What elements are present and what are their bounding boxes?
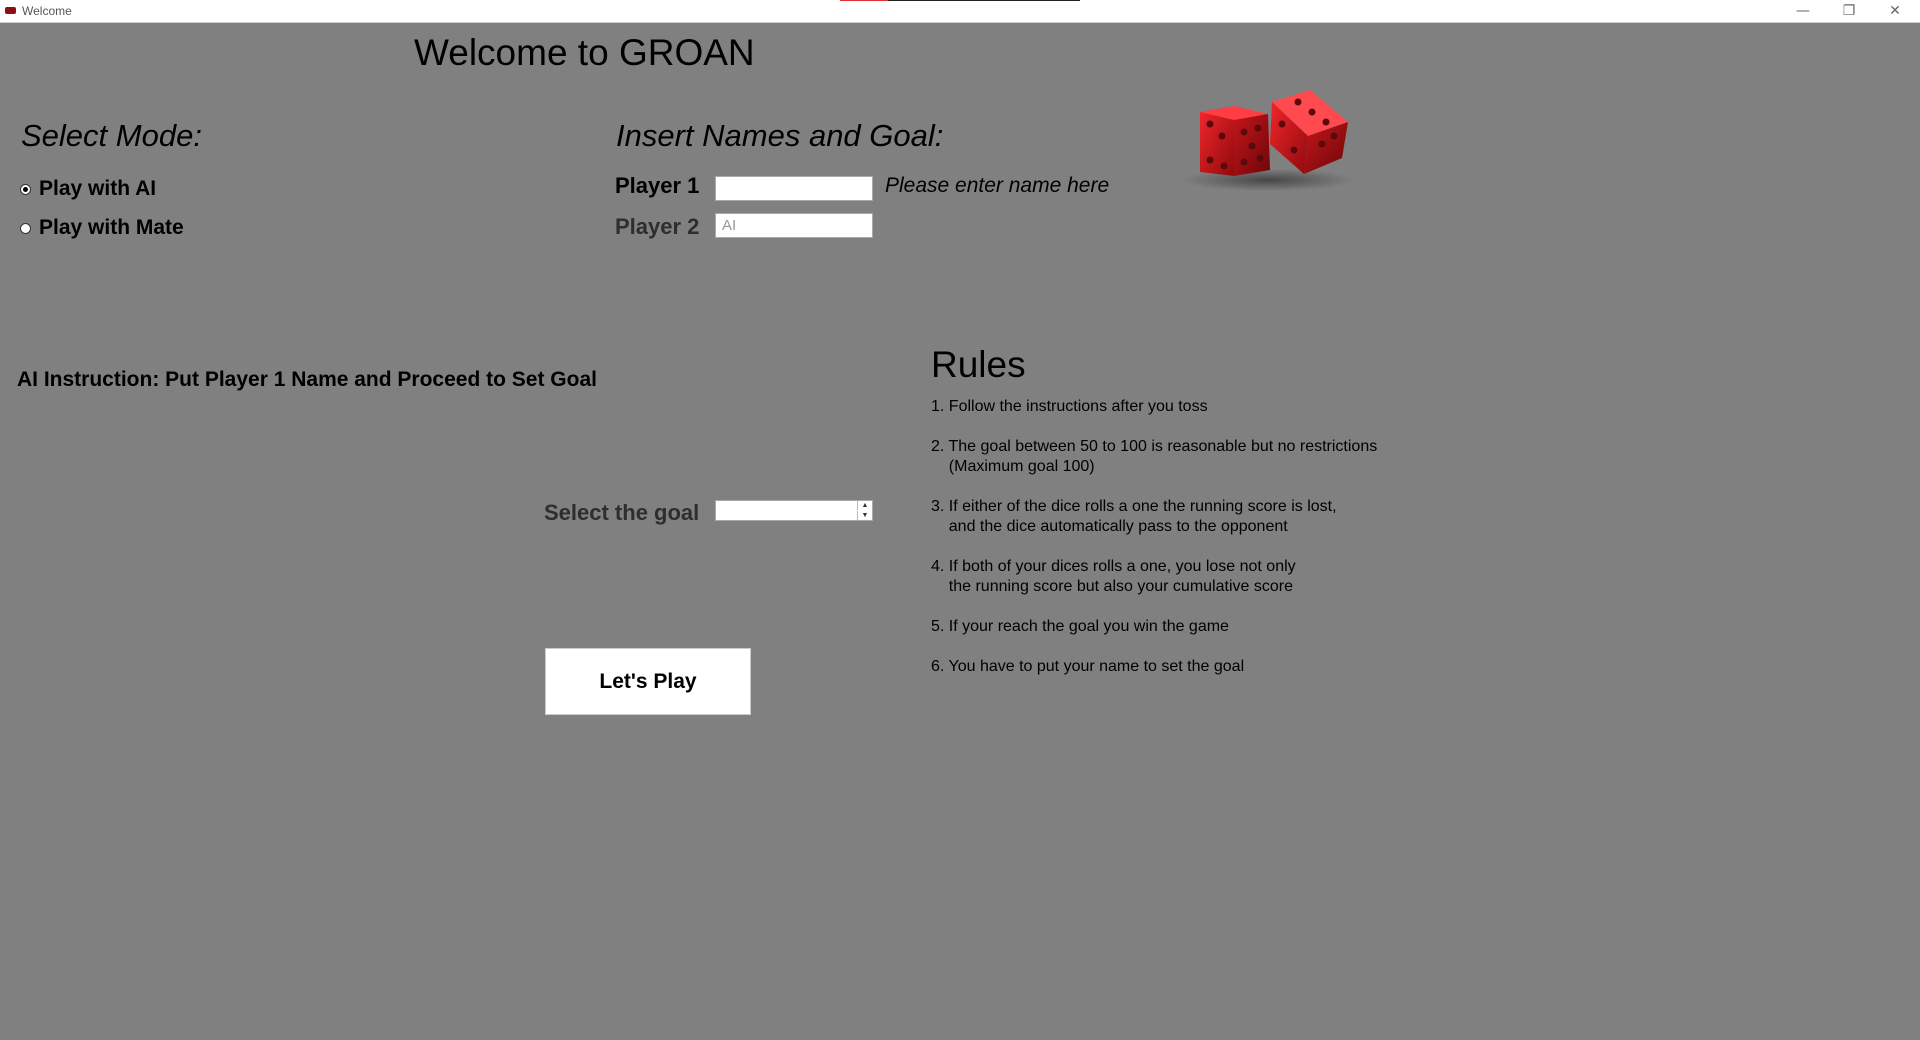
rule-item: 5. If your reach the goal you win the ga… bbox=[931, 618, 1229, 635]
rule-item: 1. Follow the instructions after you tos… bbox=[931, 398, 1208, 415]
player1-hint: Please enter name here bbox=[885, 174, 1110, 197]
player2-label: Player 2 bbox=[615, 214, 700, 239]
restore-icon[interactable]: ❐ bbox=[1826, 0, 1872, 22]
spinner-down-icon[interactable]: ▼ bbox=[857, 511, 872, 520]
player1-name-input[interactable] bbox=[715, 176, 873, 201]
die-front bbox=[1200, 106, 1270, 176]
rule-item: 2. The goal between 50 to 100 is reasona… bbox=[931, 438, 1378, 475]
close-icon[interactable]: ✕ bbox=[1872, 0, 1918, 22]
spinner-up-icon[interactable]: ▲ bbox=[857, 501, 872, 510]
minimize-icon[interactable]: — bbox=[1780, 0, 1826, 22]
radio-play-with-mate[interactable]: Play with Mate bbox=[20, 216, 184, 240]
die-back bbox=[1270, 90, 1348, 174]
player2-name-input bbox=[715, 213, 873, 238]
radio-button-selected[interactable] bbox=[20, 183, 31, 195]
dice-image bbox=[1182, 90, 1354, 191]
page-title: Welcome to GROAN bbox=[414, 32, 755, 73]
rule-item: 6. You have to put your name to set the … bbox=[931, 658, 1245, 675]
ai-instruction: AI Instruction: Put Player 1 Name and Pr… bbox=[17, 368, 597, 391]
mode-heading: Select Mode: bbox=[21, 118, 202, 153]
radio-label-mate: Play with Mate bbox=[39, 216, 184, 239]
radio-button[interactable] bbox=[20, 222, 31, 234]
radio-label-ai: Play with AI bbox=[39, 177, 157, 200]
rule-item: 3. If either of the dice rolls a one the… bbox=[931, 498, 1337, 535]
player1-label: Player 1 bbox=[615, 173, 700, 198]
titlebar-accent bbox=[840, 0, 1080, 1]
names-heading: Insert Names and Goal: bbox=[616, 118, 944, 153]
lets-play-button[interactable]: Let's Play bbox=[545, 648, 751, 715]
goal-label: Select the goal bbox=[544, 500, 700, 525]
rule-item: 4. If both of your dices rolls a one, yo… bbox=[931, 558, 1296, 595]
goal-spinner[interactable]: ▲ ▼ bbox=[715, 500, 873, 521]
window-title: Welcome bbox=[22, 4, 72, 18]
rules-title: Rules bbox=[931, 344, 1026, 385]
app-icon bbox=[5, 7, 16, 14]
radio-play-with-ai[interactable]: Play with AI bbox=[20, 177, 156, 201]
window-titlebar: Welcome — ❐ ✕ bbox=[0, 0, 1920, 23]
